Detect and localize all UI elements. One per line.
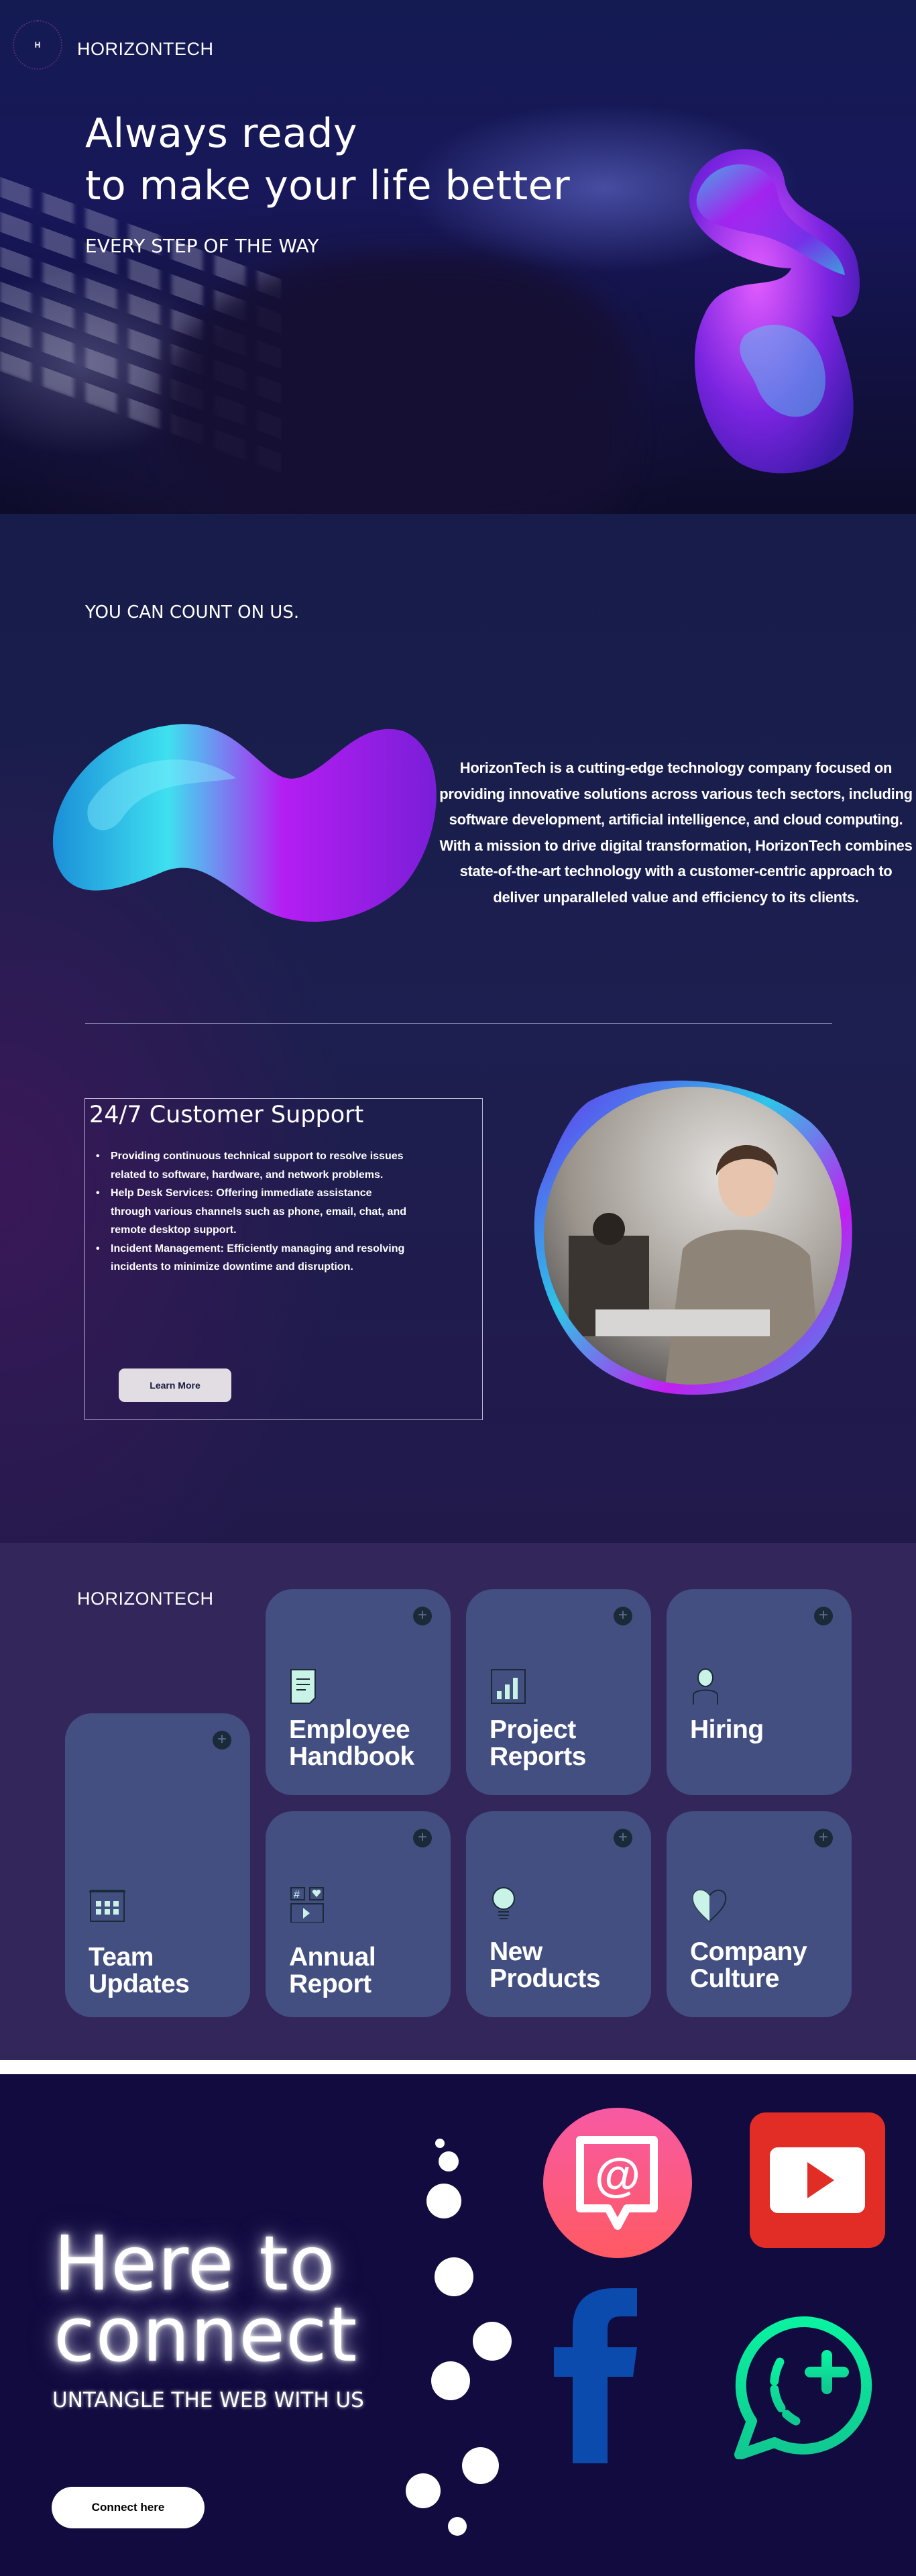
bar-chart-icon xyxy=(491,1669,526,1704)
about-eyebrow: YOU CAN COUNT ON US. xyxy=(85,602,300,623)
hero-headline-line2: to make your life better xyxy=(85,162,571,209)
learn-more-button[interactable]: Learn More xyxy=(119,1368,231,1402)
support-bullet: Help Desk Services: Offering immediate a… xyxy=(96,1184,412,1240)
card-project-reports[interactable]: + Project Reports xyxy=(466,1589,651,1795)
support-card: 24/7 Customer Support Providing continuo… xyxy=(84,1098,483,1420)
plus-icon[interactable]: + xyxy=(814,1829,833,1847)
hero-section: H HORIZONTECH Always ready to make your … xyxy=(0,0,916,514)
thumbs-up-icon: 👍 xyxy=(431,2361,470,2400)
thumbs-up-icon: 👍 xyxy=(439,2151,459,2171)
connect-headline-line2: connect xyxy=(54,2292,358,2379)
card-label: Employee Handbook xyxy=(289,1715,414,1771)
thumbs-up-icon: 👍 xyxy=(426,2184,461,2218)
brand-name: HORIZONTECH xyxy=(77,39,214,59)
svg-text:#: # xyxy=(294,1889,300,1900)
lightbulb-icon xyxy=(492,1887,515,1919)
support-list: Providing continuous technical support t… xyxy=(96,1147,412,1277)
card-label: Hiring xyxy=(690,1715,764,1744)
plus-icon[interactable]: + xyxy=(614,1829,632,1847)
plus-icon[interactable]: + xyxy=(814,1607,833,1625)
card-label: Company Culture xyxy=(690,1937,807,1993)
calendar-icon xyxy=(89,1890,125,1922)
thumbs-up-icon: 👍 xyxy=(435,2139,445,2148)
about-description: HorizonTech is a cutting-edge technology… xyxy=(439,759,913,906)
connect-here-button[interactable]: Connect here xyxy=(52,2487,205,2528)
hero-headline-line1: Always ready xyxy=(85,110,358,157)
svg-text:@: @ xyxy=(595,2149,640,2201)
card-label: Project Reports xyxy=(490,1715,586,1771)
support-bullet: Incident Management: Efficiently managin… xyxy=(96,1240,412,1277)
person-icon xyxy=(693,1668,718,1705)
card-label: New Products xyxy=(490,1937,601,1993)
card-new-products[interactable]: + New Products xyxy=(466,1811,651,2017)
about-glass-blob xyxy=(52,724,437,922)
support-title: 24/7 Customer Support xyxy=(89,1102,364,1128)
email-mention-icon[interactable]: @ xyxy=(543,2108,692,2258)
card-label: Annual Report xyxy=(289,1943,376,1998)
thumbs-up-icon: 👍 xyxy=(461,2447,499,2484)
hero-headline: Always ready to make your life better xyxy=(85,107,570,212)
support-photo xyxy=(534,1080,852,1395)
facebook-icon[interactable] xyxy=(554,2288,637,2463)
plus-icon[interactable]: + xyxy=(213,1731,231,1750)
thumbs-up-icon: 👍 xyxy=(406,2473,441,2508)
section-divider xyxy=(85,1023,832,1024)
whatsapp-icon[interactable] xyxy=(734,2315,878,2459)
logo-letter: H xyxy=(34,40,41,50)
card-team-updates[interactable]: + Team Updates xyxy=(65,1713,250,2017)
card-hiring[interactable]: + Hiring xyxy=(667,1589,852,1795)
thumbs-up-icon: 👍 xyxy=(435,2257,473,2296)
card-annual-report[interactable]: + # Annual Report xyxy=(266,1811,451,2017)
card-label: Team Updates xyxy=(89,1943,190,1998)
resources-section: HORIZONTECH + Team Updates + Employee Ha… xyxy=(0,1543,916,2060)
thumbs-up-icon: 👍 xyxy=(448,2517,467,2536)
card-employee-handbook[interactable]: + Employee Handbook xyxy=(266,1589,451,1795)
youtube-icon[interactable] xyxy=(750,2112,885,2248)
thumbs-up-icon: 👍 xyxy=(473,2322,512,2361)
plus-icon[interactable]: + xyxy=(413,1607,432,1625)
about-section: YOU CAN COUNT ON US. HorizonTech is a cu… xyxy=(0,514,916,1543)
card-company-culture[interactable]: + Company Culture xyxy=(667,1811,852,2017)
plus-icon[interactable]: + xyxy=(614,1607,632,1625)
hero-subheadline: EVERY STEP OF THE WAY xyxy=(85,235,319,257)
connect-tagline: UNTANGLE THE WEB WITH US xyxy=(52,2388,364,2412)
connect-headline: Here to connect xyxy=(54,2226,357,2373)
connect-section: Here to connect UNTANGLE THE WEB WITH US… xyxy=(0,2074,916,2576)
document-icon xyxy=(290,1669,316,1704)
logo[interactable]: H xyxy=(13,20,62,70)
section-separator xyxy=(0,2060,916,2074)
hero-glass-blob xyxy=(689,149,860,474)
support-bullet: Providing continuous technical support t… xyxy=(96,1147,412,1184)
resources-brand: HORIZONTECH xyxy=(77,1589,214,1609)
plus-icon[interactable]: + xyxy=(413,1829,432,1847)
heart-icon xyxy=(692,1889,727,1923)
media-grid-icon: # xyxy=(290,1887,324,1923)
